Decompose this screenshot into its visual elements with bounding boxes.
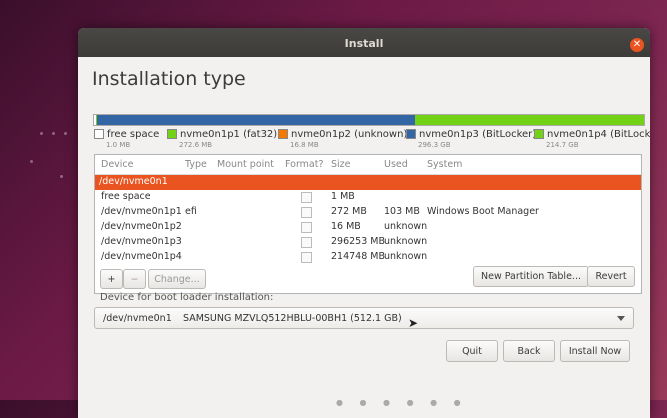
col-mount[interactable]: Mount point [217, 159, 274, 170]
revert-button[interactable]: Revert [587, 266, 635, 287]
legend-size: 16.8 MB [290, 141, 319, 149]
legend-size: 296.3 GB [418, 141, 451, 149]
cell-device: free space [101, 191, 151, 202]
bootloader-device: /dev/nvme0n1 [103, 313, 172, 324]
col-type[interactable]: Type [185, 159, 207, 170]
legend-item: nvme0n1p1 (fat32) 272.6 MB [167, 129, 277, 149]
cell-size: 1 MB [331, 191, 355, 202]
disk-usage-bar [93, 114, 645, 126]
legend-label: nvme0n1p1 (fat32) [180, 129, 278, 140]
legend-swatch [406, 129, 416, 139]
legend-label: nvme0n1p3 (BitLocker) [419, 129, 537, 140]
page-title: Installation type [92, 68, 246, 90]
cell-size: 296253 MB [331, 236, 385, 247]
cell-size: 214748 MB [331, 251, 385, 262]
install-now-button[interactable]: Install Now [560, 340, 630, 362]
cell-used: unknown [384, 221, 428, 232]
bootloader-device-select[interactable]: /dev/nvme0n1 SAMSUNG MZVLQ512HBLU-00BH1 … [94, 307, 634, 329]
table-row[interactable]: /dev/nvme0n1p1 efi 272 MB 103 MB Windows Boo… [95, 205, 641, 220]
cell-device: /dev/nvme0n1 [99, 176, 168, 187]
legend-item: nvme0n1p4 (BitLocke 214.7 GB [534, 129, 650, 149]
close-icon[interactable]: ✕ [630, 38, 644, 52]
format-checkbox[interactable] [301, 252, 312, 263]
legend-label: nvme0n1p4 (BitLocke [547, 129, 650, 140]
cell-size: 272 MB [331, 206, 367, 217]
chevron-down-icon [617, 316, 625, 321]
col-format[interactable]: Format? [285, 159, 324, 170]
progress-dots: ● ● ● ● ● ● [336, 398, 468, 407]
title-bar: Install ✕ [78, 28, 650, 57]
table-row[interactable]: /dev/nvme0n1p4 214748 MB unknown [95, 250, 641, 265]
cell-device: /dev/nvme0n1p1 [101, 206, 182, 217]
cell-device: /dev/nvme0n1p2 [101, 221, 182, 232]
table-row[interactable]: /dev/nvme0n1p2 16 MB unknown [95, 220, 641, 235]
legend-swatch [94, 129, 104, 139]
col-size[interactable]: Size [331, 159, 351, 170]
cell-type: efi [185, 206, 197, 217]
legend-swatch [534, 129, 544, 139]
remove-partition-button[interactable]: − [123, 269, 146, 289]
legend-swatch [278, 129, 288, 139]
mouse-cursor-icon: ➤ [408, 316, 419, 330]
back-button[interactable]: Back [503, 340, 555, 362]
cell-used: 103 MB [384, 206, 420, 217]
format-checkbox[interactable] [301, 192, 312, 203]
new-partition-table-button[interactable]: New Partition Table... [473, 266, 589, 287]
table-header: Device Type Mount point Format? Size Use… [95, 155, 641, 175]
legend-item: nvme0n1p2 (unknown) 16.8 MB [278, 129, 407, 149]
legend-label: free space [107, 129, 160, 140]
table-row[interactable]: free space 1 MB [95, 190, 641, 205]
format-checkbox[interactable] [301, 237, 312, 248]
change-partition-button[interactable]: Change... [148, 269, 206, 289]
quit-button[interactable]: Quit [446, 340, 498, 362]
add-partition-button[interactable]: + [100, 269, 123, 289]
format-checkbox[interactable] [301, 207, 312, 218]
legend-label: nvme0n1p2 (unknown) [291, 129, 408, 140]
col-device[interactable]: Device [101, 159, 134, 170]
cell-size: 16 MB [331, 221, 361, 232]
legend-item: nvme0n1p3 (BitLocker) 296.3 GB [406, 129, 536, 149]
col-system[interactable]: System [427, 159, 462, 170]
cell-system: Windows Boot Manager [427, 206, 539, 217]
cell-used: unknown [384, 251, 428, 262]
cell-used: unknown [384, 236, 428, 247]
table-row[interactable]: /dev/nvme0n1 [95, 175, 641, 190]
disk-bar-segment [97, 115, 416, 125]
table-row[interactable]: /dev/nvme0n1p3 296253 MB unknown [95, 235, 641, 250]
col-used[interactable]: Used [384, 159, 408, 170]
format-checkbox[interactable] [301, 222, 312, 233]
disk-bar-segment [415, 115, 644, 125]
cell-device: /dev/nvme0n1p4 [101, 251, 182, 262]
bootloader-description: SAMSUNG MZVLQ512HBLU-00BH1 (512.1 GB) [183, 313, 402, 324]
legend-swatch [167, 129, 177, 139]
legend-size: 214.7 GB [546, 141, 579, 149]
cell-device: /dev/nvme0n1p3 [101, 236, 182, 247]
installer-window: Install ✕ Installation type free space 1.… [78, 28, 650, 418]
legend-size: 1.0 MB [106, 141, 131, 149]
bootloader-label: Device for boot loader installation: [100, 292, 274, 303]
legend-size: 272.6 MB [179, 141, 213, 149]
window-title: Install [344, 37, 384, 50]
legend-item: free space 1.0 MB [94, 129, 159, 149]
